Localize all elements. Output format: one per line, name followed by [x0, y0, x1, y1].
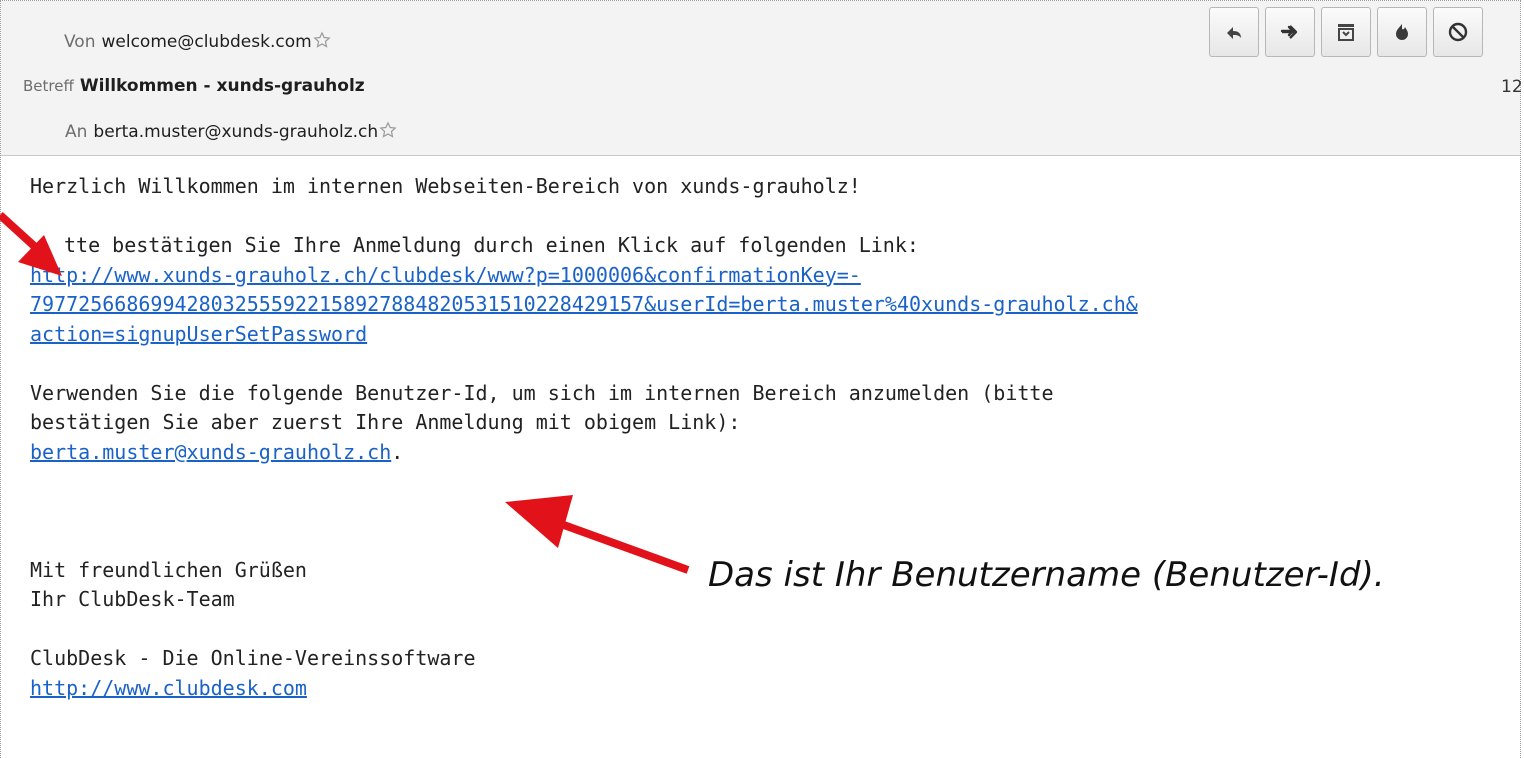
arrow-to-userid — [505, 495, 690, 574]
annotation-arrows — [0, 212, 690, 574]
arrow-to-confirm-link — [0, 212, 62, 276]
